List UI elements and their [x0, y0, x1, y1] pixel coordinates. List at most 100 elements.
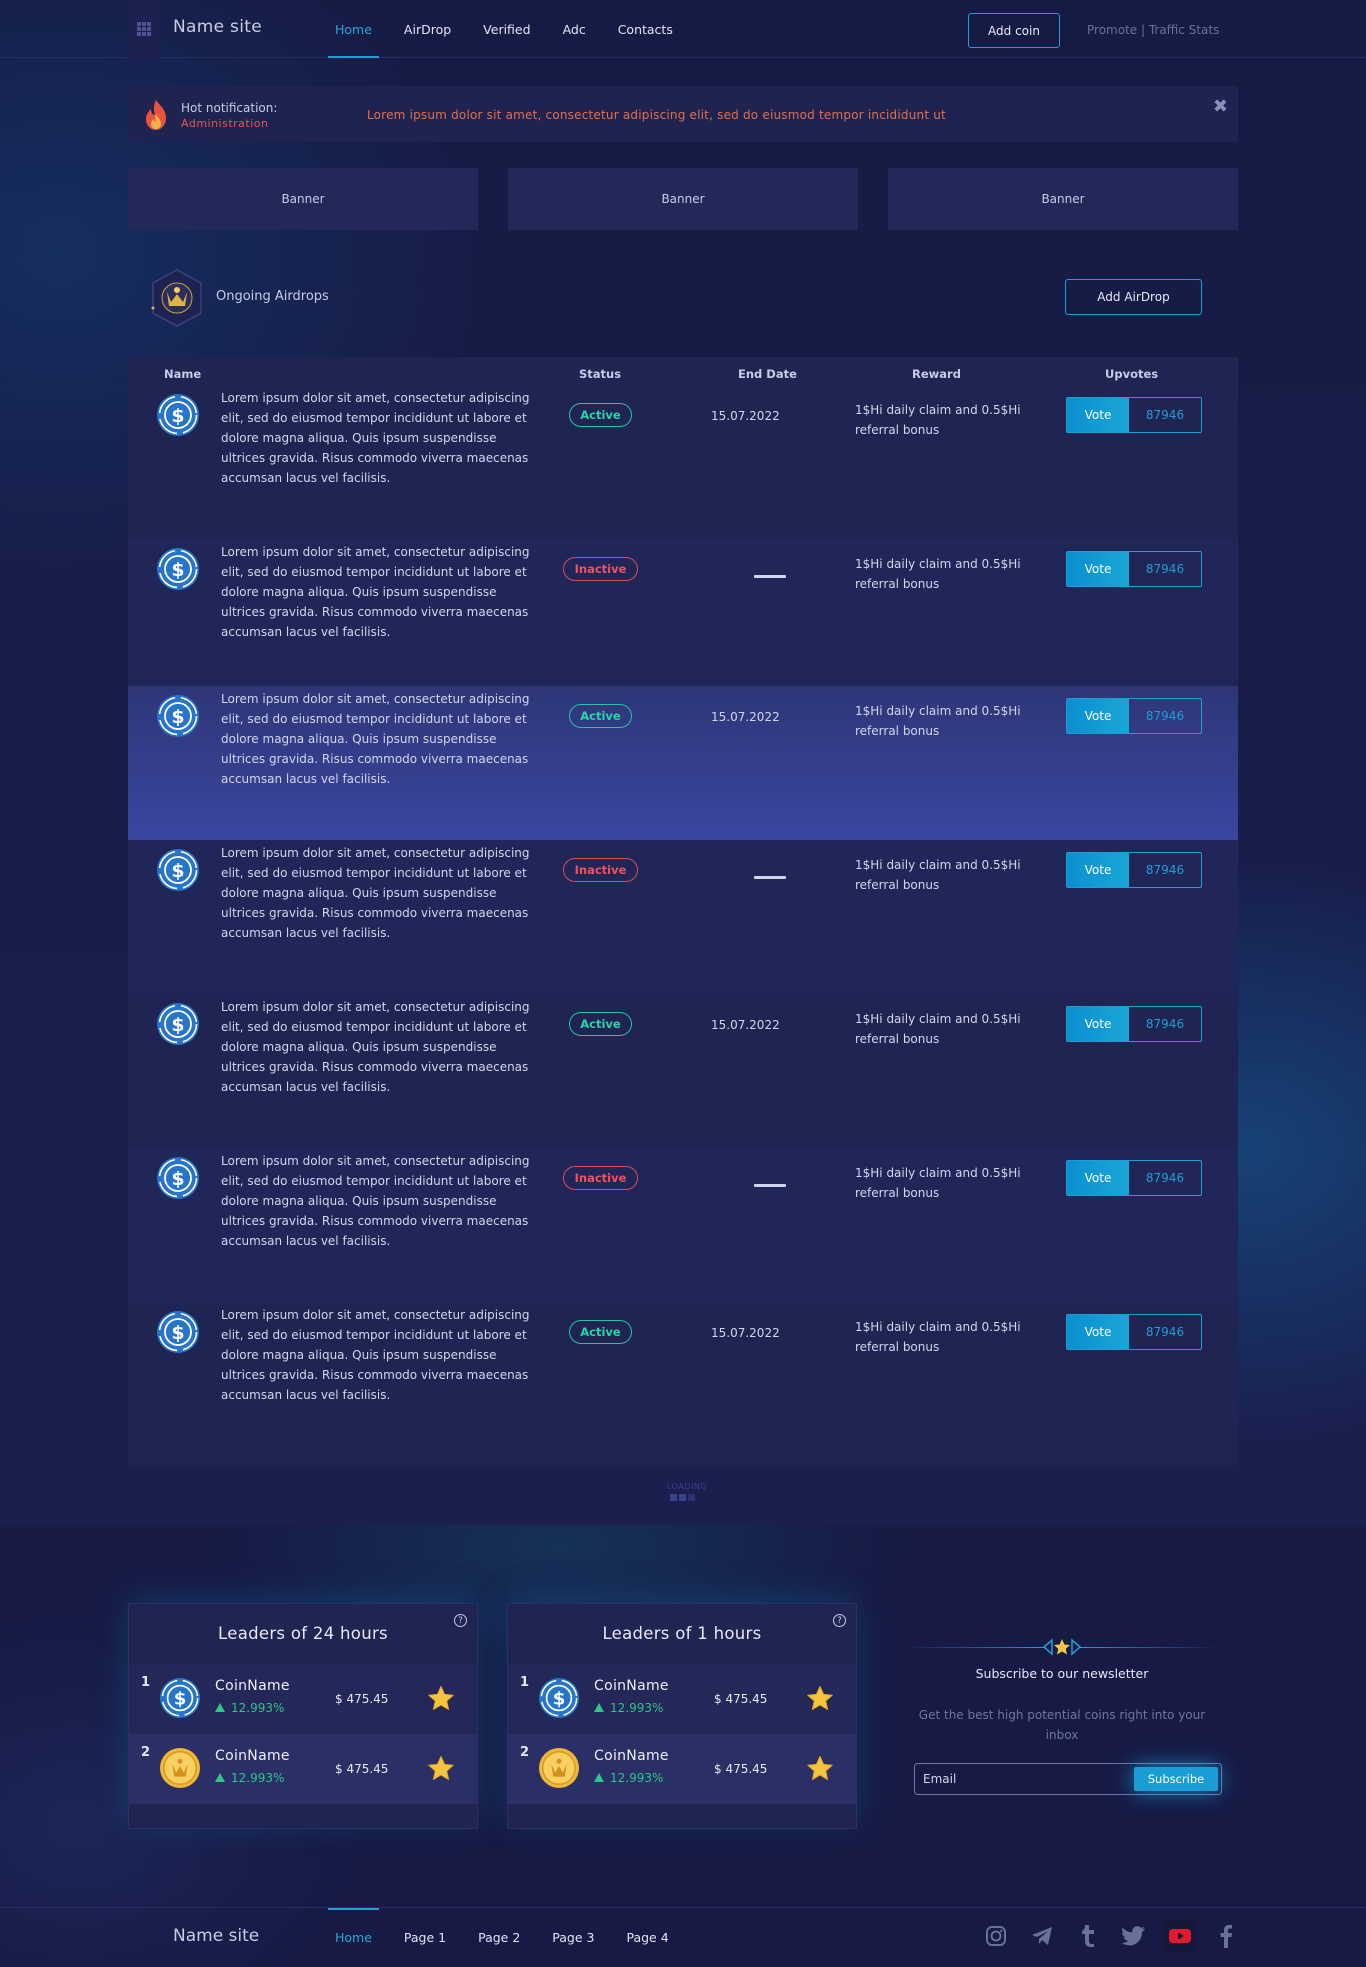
- subscribe-button[interactable]: Subscribe: [1134, 1767, 1218, 1791]
- nav-contacts[interactable]: Contacts: [611, 0, 680, 58]
- leader-row[interactable]: 1 $ CoinName 12.993% $ 475.45: [129, 1664, 477, 1734]
- instagram-icon[interactable]: [980, 1920, 1012, 1952]
- promote-traffic-links[interactable]: Promote | Traffic Stats: [1087, 23, 1219, 37]
- table-row[interactable]: $ Lorem ipsum dolor sit amet, consectetur…: [128, 539, 1238, 693]
- leader-row[interactable]: 2 CoinName 12.993% $ 475.45: [129, 1734, 477, 1804]
- leader-row[interactable]: 1 $ CoinName 12.993% $ 475.45: [508, 1664, 856, 1734]
- leaders-card: Leaders of 24 hours? 1 $ CoinName 12.993% $ 4…: [128, 1603, 478, 1829]
- footer-nav-home[interactable]: Home: [328, 1908, 379, 1967]
- newsletter-form: Subscribe: [914, 1763, 1222, 1795]
- usdc-icon: $: [156, 393, 200, 437]
- status-badge: Active: [569, 1320, 632, 1344]
- upvote-count: 87946: [1145, 1017, 1185, 1031]
- table-row[interactable]: $ Lorem ipsum dolor sit amet, consectetur…: [128, 1148, 1238, 1302]
- leader-rank: 1: [520, 1675, 530, 1690]
- facebook-icon[interactable]: [1210, 1920, 1242, 1952]
- nav-airdrop[interactable]: AirDrop: [397, 0, 458, 58]
- airdrop-description: Lorem ipsum dolor sit amet, consectetur …: [221, 545, 530, 639]
- upvote-count: 87946: [1145, 562, 1185, 576]
- table-row[interactable]: $ Lorem ipsum dolor sit amet, consectetur…: [128, 385, 1238, 539]
- end-date: 15.07.2022: [711, 1018, 780, 1032]
- banner-3[interactable]: Banner: [888, 168, 1238, 230]
- tumblr-icon[interactable]: [1072, 1920, 1104, 1952]
- footer-divider: [0, 1907, 1366, 1908]
- vote-button[interactable]: Vote: [1067, 552, 1129, 586]
- leader-rank: 2: [141, 1745, 151, 1760]
- twitter-icon[interactable]: [1118, 1920, 1150, 1952]
- price-change-value: 12.993%: [231, 1771, 285, 1785]
- star-icon[interactable]: [806, 1755, 834, 1783]
- airdrop-description: Lorem ipsum dolor sit amet, consectetur …: [221, 391, 530, 485]
- usdc-icon: $: [159, 1677, 201, 1719]
- nav-adc[interactable]: Adc: [556, 0, 593, 58]
- col-header-name: Name: [164, 367, 202, 381]
- vote-control: Vote 87946: [1066, 397, 1202, 433]
- banner-2[interactable]: Banner: [508, 168, 858, 230]
- svg-text:$: $: [174, 1689, 187, 1710]
- star-icon[interactable]: [427, 1685, 455, 1713]
- hot-notification: Hot notification: Administration Lorem i…: [128, 86, 1238, 142]
- table-row[interactable]: $ Lorem ipsum dolor sit amet, consectetur…: [128, 840, 1238, 994]
- telegram-icon[interactable]: [1026, 1920, 1058, 1952]
- footer-nav-page-4[interactable]: Page 4: [619, 1908, 675, 1967]
- footer-nav-page-1[interactable]: Page 1: [397, 1908, 453, 1967]
- close-icon[interactable]: ✖: [1213, 96, 1228, 117]
- upvote-count: 87946: [1145, 863, 1185, 877]
- table-row[interactable]: $ Lorem ipsum dolor sit amet, consectetur…: [128, 1302, 1238, 1456]
- footer-nav-page-3[interactable]: Page 3: [545, 1908, 601, 1967]
- table-row[interactable]: $ Lorem ipsum dolor sit amet, consectetur…: [128, 994, 1238, 1148]
- vote-button[interactable]: Vote: [1067, 699, 1129, 733]
- add-coin-button[interactable]: Add coin: [968, 13, 1060, 48]
- nav-home[interactable]: Home: [328, 0, 379, 58]
- notification-title: Hot notification:: [181, 101, 278, 115]
- status-badge: Inactive: [563, 557, 638, 581]
- price-change: 12.993%: [215, 1701, 284, 1715]
- footer-nav-page-2[interactable]: Page 2: [471, 1908, 527, 1967]
- table-row[interactable]: $ Lorem ipsum dolor sit amet, consectetur…: [128, 686, 1238, 843]
- vote-button[interactable]: Vote: [1067, 1161, 1129, 1195]
- reward-text: 1$Hi daily claim and 0.5$Hi referral bon…: [855, 704, 1021, 738]
- star-icon[interactable]: [806, 1685, 834, 1713]
- leader-row[interactable]: 2 CoinName 12.993% $ 475.45: [508, 1734, 856, 1804]
- site-name[interactable]: Name site: [173, 17, 262, 37]
- svg-text:$: $: [171, 1014, 184, 1036]
- vote-button[interactable]: Vote: [1067, 1315, 1129, 1349]
- banner-1[interactable]: Banner: [128, 168, 478, 230]
- nav-verified[interactable]: Verified: [476, 0, 537, 58]
- help-icon[interactable]: ?: [833, 1614, 846, 1627]
- airdrop-description: Lorem ipsum dolor sit amet, consectetur …: [221, 846, 530, 940]
- youtube-icon[interactable]: [1164, 1920, 1196, 1952]
- no-end-date-dash: [754, 575, 786, 578]
- footer-site-name[interactable]: Name site: [173, 1926, 259, 1946]
- help-icon[interactable]: ?: [454, 1614, 467, 1627]
- usdc-icon: $: [156, 694, 200, 738]
- apps-grid-button[interactable]: [128, 0, 160, 58]
- coin-price: $ 475.45: [335, 1692, 389, 1706]
- vote-button[interactable]: Vote: [1067, 398, 1129, 432]
- vote-button[interactable]: Vote: [1067, 853, 1129, 887]
- status-badge: Active: [569, 403, 632, 427]
- svg-text:$: $: [171, 1168, 184, 1190]
- vote-control: Vote 87946: [1066, 852, 1202, 888]
- footer-nav: Home Page 1 Page 2 Page 3 Page 4: [328, 1908, 676, 1967]
- price-change: 12.993%: [594, 1701, 663, 1715]
- reward-text: 1$Hi daily claim and 0.5$Hi referral bon…: [855, 1166, 1021, 1200]
- add-airdrop-button[interactable]: Add AirDrop: [1065, 279, 1202, 315]
- coin-price: $ 475.45: [714, 1692, 768, 1706]
- reward-text: 1$Hi daily claim and 0.5$Hi referral bon…: [855, 403, 1021, 437]
- col-header-status: Status: [579, 367, 622, 381]
- loading-indicator: [670, 1494, 695, 1501]
- gold-coin-icon: [538, 1747, 580, 1789]
- leader-rank: 1: [141, 1675, 151, 1690]
- no-end-date-dash: [754, 876, 786, 879]
- vote-button[interactable]: Vote: [1067, 1007, 1129, 1041]
- coin-name: CoinName: [215, 1678, 290, 1694]
- email-field[interactable]: [923, 1768, 1123, 1790]
- svg-text:$: $: [171, 1322, 184, 1344]
- grid-icon: [137, 22, 151, 36]
- star-emblem-icon: [1042, 1638, 1082, 1656]
- price-change-value: 12.993%: [610, 1771, 664, 1785]
- star-icon[interactable]: [427, 1755, 455, 1783]
- vote-control: Vote 87946: [1066, 551, 1202, 587]
- coin-price: $ 475.45: [714, 1762, 768, 1776]
